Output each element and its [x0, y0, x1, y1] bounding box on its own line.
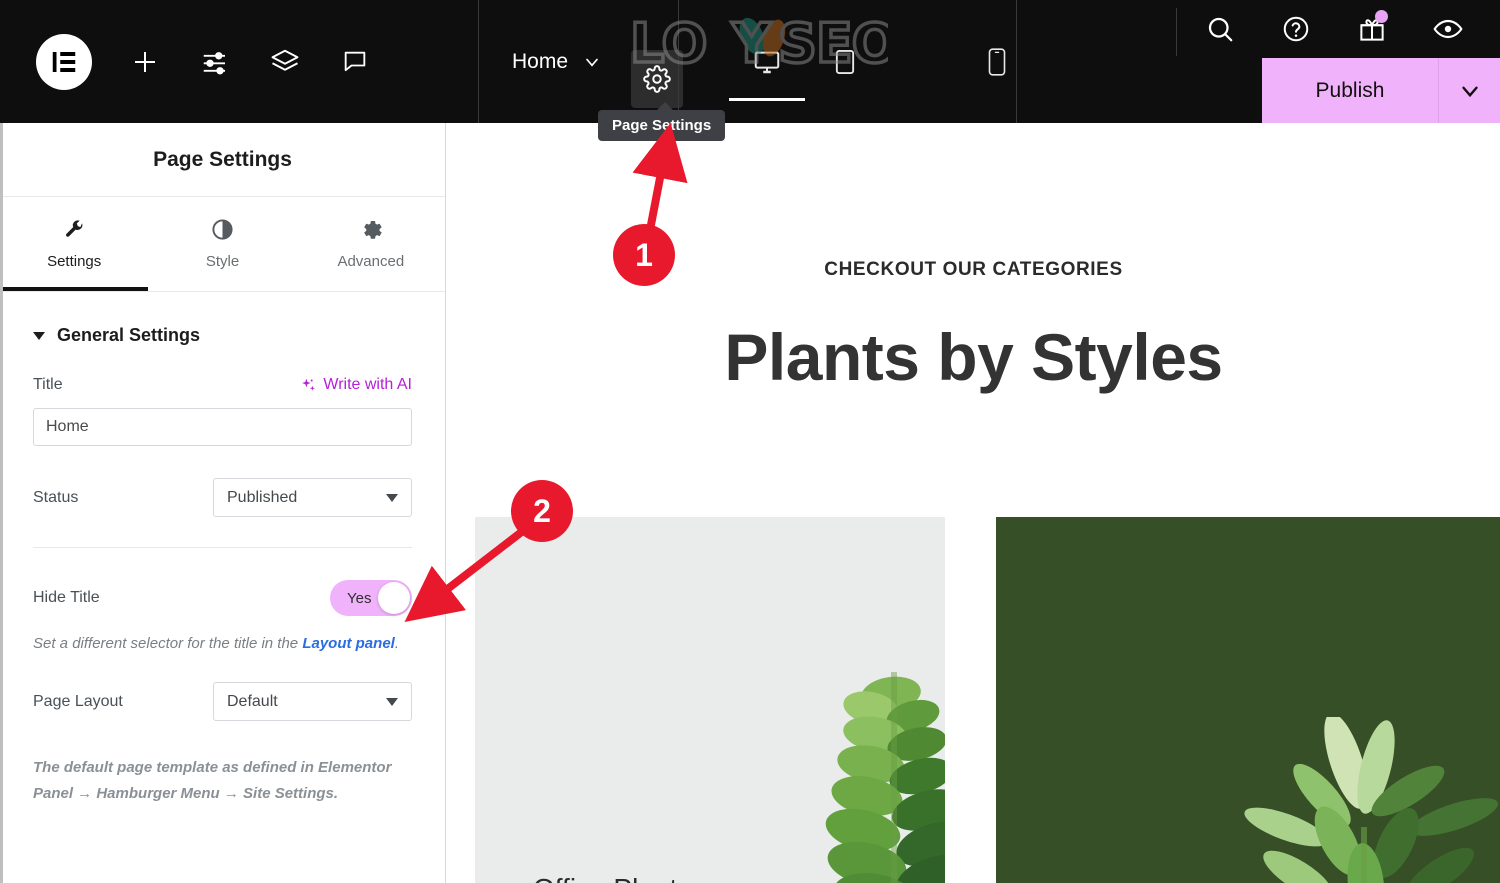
- divider: [33, 547, 412, 548]
- plant-illustration-leafy: [1244, 717, 1498, 883]
- category-card-office-plants[interactable]: Office Plants 12 Items: [475, 517, 945, 883]
- hide-title-row: Hide Title Yes: [33, 580, 412, 616]
- sliders-icon[interactable]: [198, 45, 232, 79]
- hide-title-toggle[interactable]: Yes: [330, 580, 412, 616]
- tab-advanced-label: Advanced: [337, 253, 405, 270]
- title-label: Title: [33, 376, 63, 393]
- hide-title-help-prefix: Set a different selector for the title i…: [33, 635, 303, 652]
- status-row: Status Published: [33, 478, 412, 517]
- page-layout-row: Page Layout Default: [33, 682, 412, 721]
- top-bar-right-tools: Publish: [1160, 0, 1500, 123]
- panel-title: Page Settings: [0, 123, 445, 197]
- panel-body: General Settings Title Write with AI Sta…: [0, 292, 445, 807]
- plant-illustration-succulent: [825, 672, 945, 883]
- status-select[interactable]: Published: [213, 478, 412, 517]
- mobile-icon[interactable]: [958, 0, 1036, 123]
- sparkle-icon: [302, 378, 316, 391]
- page-layout-value: Default: [227, 692, 278, 710]
- canvas-eyebrow-text: CHECKOUT OUR CATEGORIES: [824, 259, 1123, 280]
- device-preview-switcher: [728, 0, 1036, 123]
- page-settings-tooltip: Page Settings: [598, 102, 726, 141]
- annotation-badge-1: 1: [613, 224, 675, 286]
- status-value: Published: [227, 488, 298, 506]
- general-settings-section-header[interactable]: General Settings: [33, 292, 412, 376]
- tab-settings[interactable]: Settings: [0, 197, 149, 291]
- title-field-header: Title Write with AI: [33, 376, 412, 394]
- gear-icon: [643, 65, 671, 93]
- hide-title-help: Set a different selector for the title i…: [33, 632, 412, 656]
- panel-scrollbar[interactable]: [0, 123, 3, 883]
- status-label: Status: [33, 488, 79, 506]
- annotation-badge-2: 2: [511, 480, 573, 542]
- page-name-dropdown[interactable]: Home: [480, 0, 626, 123]
- page-name-label: Home: [512, 49, 569, 73]
- page-title-input[interactable]: [33, 408, 412, 446]
- contrast-icon: [211, 218, 234, 240]
- help-icon[interactable]: [1258, 0, 1334, 58]
- chevron-down-icon: [1461, 86, 1478, 97]
- hide-title-value: Yes: [347, 589, 372, 607]
- top-bar-divider-left: [478, 0, 479, 123]
- comment-icon[interactable]: [338, 45, 372, 79]
- category-card-green[interactable]: [996, 517, 1500, 883]
- layout-panel-link[interactable]: Layout panel: [302, 635, 395, 652]
- page-layout-select[interactable]: Default: [213, 682, 412, 721]
- tab-advanced[interactable]: Advanced: [297, 197, 445, 291]
- search-icon[interactable]: [1182, 0, 1258, 58]
- elementor-editor-window: Home LO Y SEO Publish Page Settings Page…: [0, 0, 1500, 883]
- tab-settings-label: Settings: [47, 253, 102, 270]
- triangle-down-icon: [33, 331, 45, 340]
- gift-notification-dot: [1375, 10, 1388, 23]
- top-bar-left-tools: [0, 0, 372, 123]
- page-layout-note: The default page template as defined in …: [33, 759, 392, 802]
- top-bar-center-tools: Home: [480, 0, 1036, 123]
- general-settings-label: General Settings: [57, 325, 201, 345]
- toggle-knob: [378, 582, 410, 614]
- top-bar-divider-right: [1016, 0, 1017, 123]
- publish-options-button[interactable]: [1438, 58, 1500, 123]
- eye-icon[interactable]: [1410, 0, 1486, 58]
- canvas-heading: Plants by Styles: [724, 320, 1223, 394]
- chevron-down-icon: [586, 58, 598, 67]
- tab-style-label: Style: [205, 253, 240, 270]
- top-bar-divider-center: [678, 0, 679, 123]
- desktop-icon[interactable]: [728, 0, 806, 123]
- hide-title-help-suffix: .: [394, 635, 399, 652]
- tab-style[interactable]: Style: [148, 197, 296, 291]
- hide-title-label: Hide Title: [33, 589, 100, 606]
- publish-button[interactable]: Publish: [1262, 58, 1438, 123]
- page-settings-panel: Page Settings Settings Style Advanced Ge…: [0, 123, 446, 883]
- add-element-icon[interactable]: [128, 45, 162, 79]
- editor-top-bar: Home LO Y SEO Publish: [0, 0, 1500, 123]
- card-title: Office Plants: [533, 873, 691, 883]
- write-with-ai-label: Write with AI: [323, 376, 412, 393]
- elementor-logo-icon[interactable]: [36, 33, 92, 90]
- layers-icon[interactable]: [268, 45, 302, 79]
- gear-icon: [360, 218, 382, 240]
- page-preview-canvas[interactable]: CHECKOUT OUR CATEGORIES Plants by Styles: [447, 123, 1500, 883]
- gift-icon[interactable]: [1334, 0, 1410, 58]
- panel-tabs: Settings Style Advanced: [0, 197, 445, 292]
- wrench-icon: [64, 218, 85, 240]
- chevron-down-icon: [386, 493, 398, 502]
- page-layout-label: Page Layout: [33, 692, 123, 710]
- tablet-icon[interactable]: [806, 0, 884, 123]
- chevron-down-icon: [386, 697, 398, 706]
- write-with-ai-button[interactable]: Write with AI: [300, 376, 412, 394]
